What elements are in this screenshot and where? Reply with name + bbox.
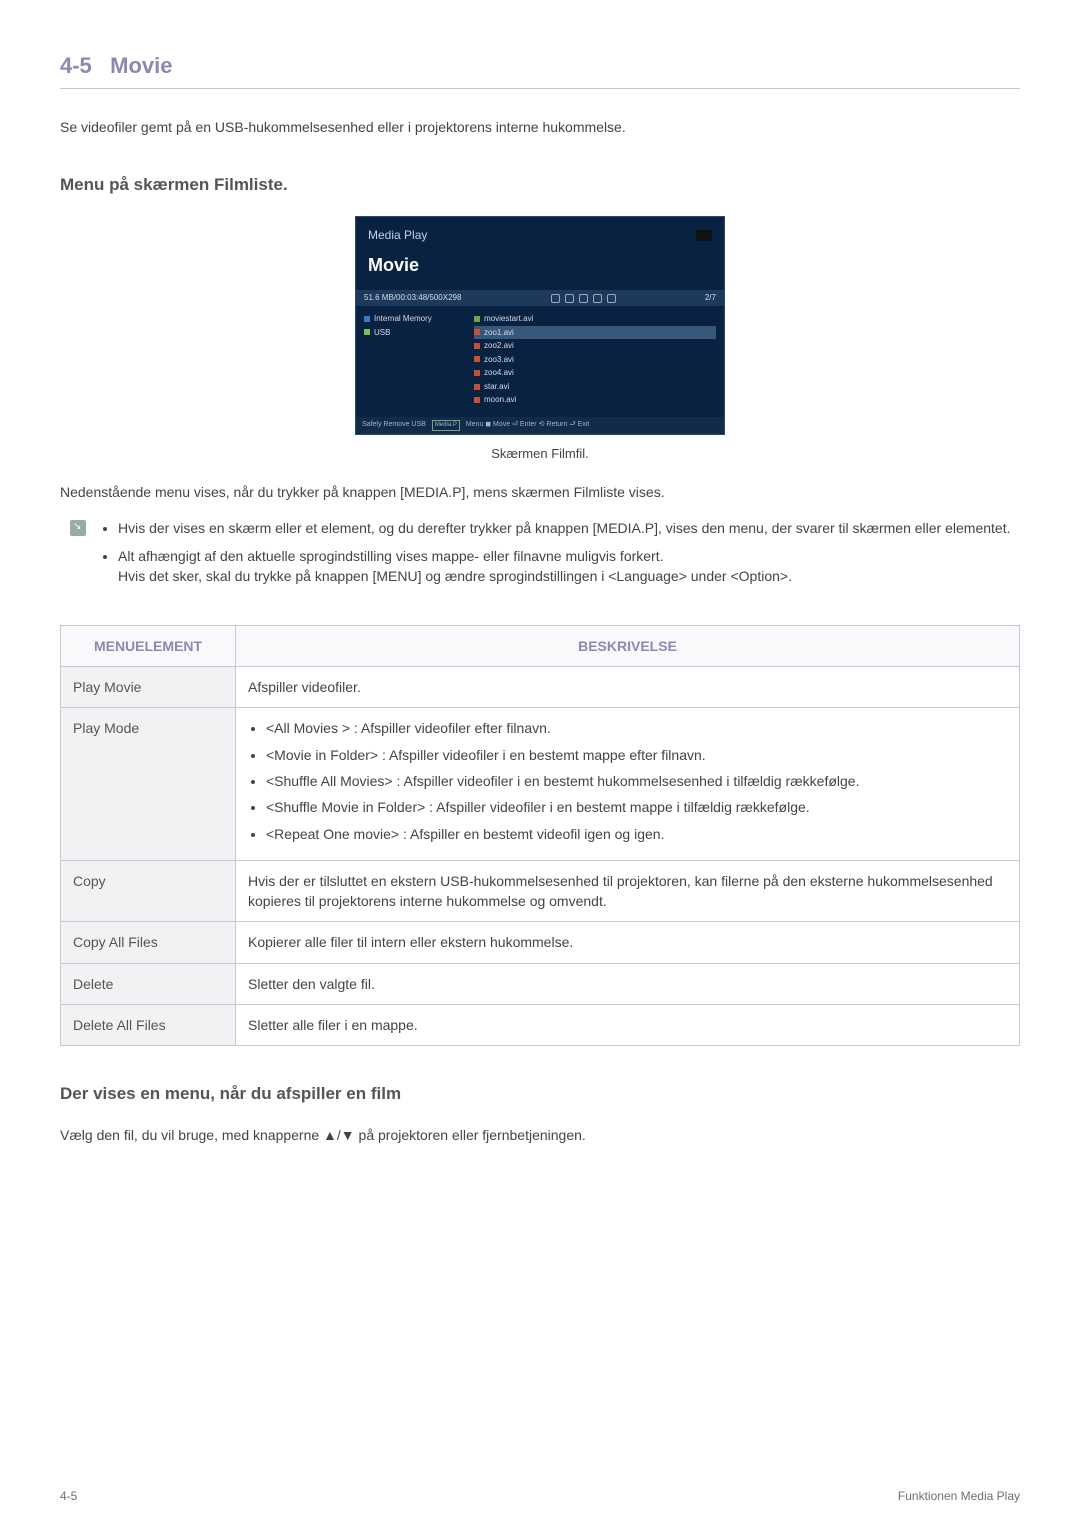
shuffle-icon xyxy=(579,294,588,303)
footer-section-name: Funktionen Media Play xyxy=(898,1488,1020,1505)
page-footer: 4-5 Funktionen Media Play xyxy=(60,1488,1020,1505)
file-icon xyxy=(474,397,480,403)
table-row: Copy All Files Kopierer alle filer til i… xyxy=(61,922,1020,963)
media-play-screenshot: Media Play Movie 51.6 MB/00:03:48/500X29… xyxy=(355,216,725,435)
below-caption-paragraph: Nedenstående menu vises, når du trykker … xyxy=(60,482,1020,502)
cell-val: Sletter den valgte fil. xyxy=(236,963,1020,1004)
file-item: zoo3.avi xyxy=(484,354,514,366)
table-row: Play Movie Afspiller videofiler. xyxy=(61,667,1020,708)
cell-key: Copy All Files xyxy=(61,922,236,963)
file-list: moviestart.avi zoo1.avi zoo2.avi zoo3.av… xyxy=(474,312,716,407)
repeat-icon xyxy=(551,294,560,303)
subheading-play: Der vises en menu, når du afspiller en f… xyxy=(60,1082,1020,1107)
screenshot-media-play-label: Media Play xyxy=(368,227,427,244)
cell-key: Play Mode xyxy=(61,708,236,860)
loop-icon xyxy=(607,294,616,303)
file-icon xyxy=(474,316,480,322)
footer-page-number: 4-5 xyxy=(60,1488,77,1505)
cell-val: Kopierer alle filer til intern eller eks… xyxy=(236,922,1020,963)
file-item: zoo4.avi xyxy=(484,367,514,379)
list-item: <Shuffle All Movies> : Afspiller videofi… xyxy=(266,771,1007,791)
section-title-text: Movie xyxy=(110,53,172,78)
shuffle-all-icon xyxy=(593,294,602,303)
file-icon xyxy=(474,356,480,362)
file-item: moviestart.avi xyxy=(484,313,533,325)
file-item: zoo1.avi xyxy=(484,327,514,339)
usb-icon xyxy=(364,329,370,335)
list-item: <Repeat One movie> : Afspiller en bestem… xyxy=(266,824,1007,844)
cell-key: Copy xyxy=(61,860,236,922)
play-paragraph: Vælg den fil, du vil bruge, med knappern… xyxy=(60,1125,1020,1145)
cell-key: Delete All Files xyxy=(61,1005,236,1046)
intro-paragraph: Se videofiler gemt på en USB-hukommelses… xyxy=(60,117,1020,137)
section-number: 4-5 xyxy=(60,53,92,78)
list-item: <Shuffle Movie in Folder> : Afspiller vi… xyxy=(266,797,1007,817)
footer-nav-hints: Menu ◼ Move ⏎ Enter ⟲ Return ⮐ Exit xyxy=(466,420,589,430)
file-icon xyxy=(474,343,480,349)
file-item: star.avi xyxy=(484,381,509,393)
screenshot-movie-title: Movie xyxy=(356,250,724,290)
note-item: Hvis der vises en skærm eller et element… xyxy=(118,518,1010,538)
footer-media-p-chip: Media.P xyxy=(432,420,460,431)
table-header-desc: BESKRIVELSE xyxy=(236,625,1020,666)
table-row: Play Mode <All Movies > : Afspiller vide… xyxy=(61,708,1020,860)
section-heading: 4-5 Movie xyxy=(60,50,1020,89)
cell-val: Sletter alle filer i en mappe. xyxy=(236,1005,1020,1046)
table-row: Copy Hvis der er tilsluttet en ekstern U… xyxy=(61,860,1020,922)
screenshot-mode-icons xyxy=(551,294,616,303)
note-block: Hvis der vises en skærm eller et element… xyxy=(70,518,1020,595)
footer-safely-remove: Safely Remove USB xyxy=(362,420,426,430)
table-header-menu: MENUELEMENT xyxy=(61,625,236,666)
list-item: <Movie in Folder> : Afspiller videofiler… xyxy=(266,745,1007,765)
menu-table: MENUELEMENT BESKRIVELSE Play Movie Afspi… xyxy=(60,625,1020,1047)
list-item: <All Movies > : Afspiller videofiler eft… xyxy=(266,718,1007,738)
camera-icon xyxy=(696,230,712,241)
source-usb: USB xyxy=(364,326,464,340)
screenshot-container: Media Play Movie 51.6 MB/00:03:48/500X29… xyxy=(60,216,1020,464)
note-icon xyxy=(70,520,86,536)
screenshot-status-size: 51.6 MB/00:03:48/500X298 xyxy=(364,292,461,304)
cell-val: Hvis der er tilsluttet en ekstern USB-hu… xyxy=(236,860,1020,922)
repeat-one-icon xyxy=(565,294,574,303)
file-item: moon.avi xyxy=(484,394,516,406)
cell-val: <All Movies > : Afspiller videofiler eft… xyxy=(236,708,1020,860)
table-row: Delete All Files Sletter alle filer i en… xyxy=(61,1005,1020,1046)
file-icon xyxy=(474,329,480,335)
internal-memory-icon xyxy=(364,316,370,322)
cell-val: Afspiller videofiler. xyxy=(236,667,1020,708)
file-icon xyxy=(474,384,480,390)
cell-key: Delete xyxy=(61,963,236,1004)
file-icon xyxy=(474,370,480,376)
cell-key: Play Movie xyxy=(61,667,236,708)
subheading-menu: Menu på skærmen Filmliste. xyxy=(60,173,1020,198)
table-row: Delete Sletter den valgte fil. xyxy=(61,963,1020,1004)
note-item: Alt afhængigt af den aktuelle sprogindst… xyxy=(118,546,1010,587)
screenshot-caption: Skærmen Filmfil. xyxy=(491,445,589,464)
file-item: zoo2.avi xyxy=(484,340,514,352)
source-internal: Internal Memory xyxy=(364,312,464,326)
screenshot-status-count: 2/7 xyxy=(705,292,716,304)
